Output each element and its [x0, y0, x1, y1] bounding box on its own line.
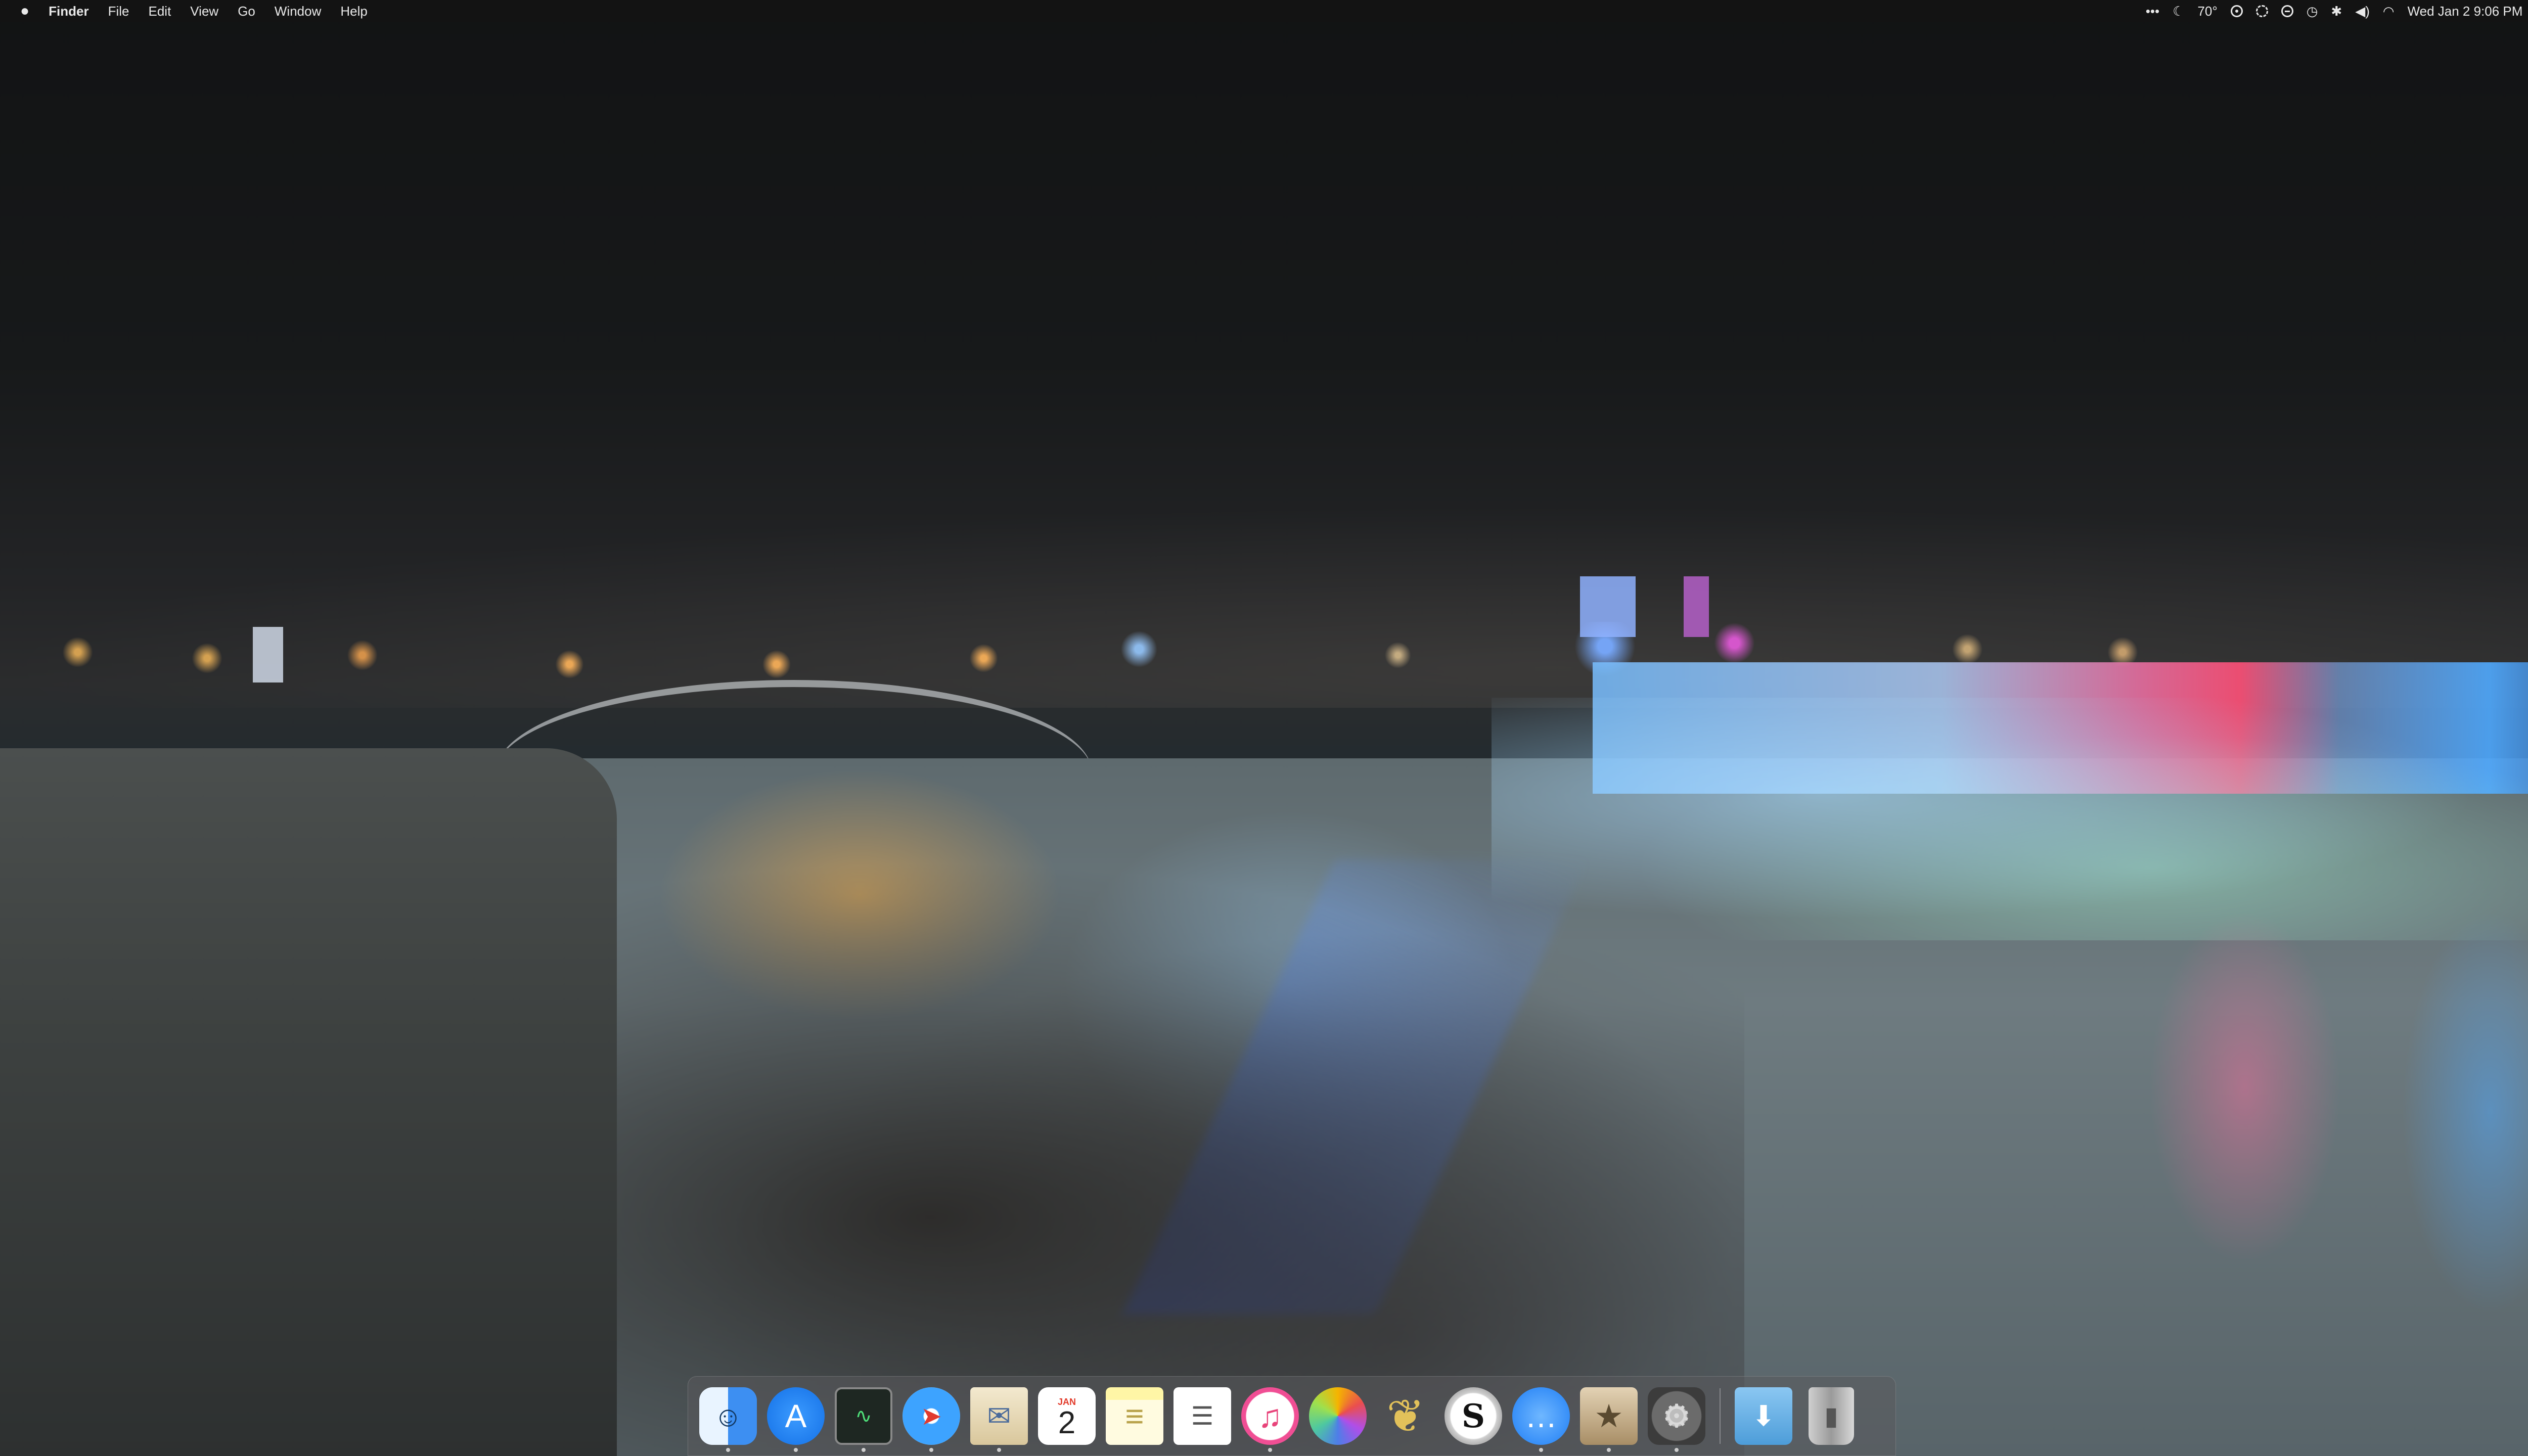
bluetooth-icon[interactable]: ✱: [2331, 4, 2342, 19]
calendar-icon: JAN 2: [1038, 1387, 1096, 1445]
photos-icon: [1309, 1387, 1367, 1445]
menu-bar-left: ● Finder File Edit View Go Window Help: [0, 0, 387, 22]
scrivener-icon: S: [1444, 1387, 1502, 1445]
calendar-day: 2: [1058, 1405, 1076, 1440]
wallpaper-tower: [253, 627, 283, 682]
wallpaper-reflection: [2402, 910, 2528, 1314]
wallpaper-brush: [581, 859, 1744, 1456]
dock-app-system-preferences[interactable]: ⚙: [1645, 1378, 1708, 1454]
itunes-icon: ♫: [1241, 1387, 1299, 1445]
menu-bar-status: ••• ☾ 70° ◷ ✱ ◀) ◠ Wed Jan 2 9:06 PM ⌕: [2133, 0, 2528, 22]
circle-status-icon[interactable]: [2255, 5, 2268, 17]
running-indicator: [997, 1448, 1001, 1452]
wallpaper-rock: [0, 748, 617, 1456]
wallpaper-tower: [1580, 576, 1636, 637]
moon-weather-icon[interactable]: ☾: [2173, 4, 2184, 19]
dock-app-messages[interactable]: …: [1510, 1378, 1572, 1454]
menu-help[interactable]: Help: [340, 4, 367, 19]
messages-icon: …: [1512, 1387, 1570, 1445]
time-machine-icon[interactable]: ◷: [2307, 4, 2318, 19]
system-preferences-icon: ⚙: [1648, 1387, 1705, 1445]
menu-app-name[interactable]: Finder: [49, 4, 88, 19]
running-indicator: [1268, 1448, 1272, 1452]
dock-stack-trash[interactable]: ▮: [1800, 1378, 1863, 1454]
menu-edit[interactable]: Edit: [148, 4, 171, 19]
running-indicator: [794, 1448, 798, 1452]
app-store-icon: A: [767, 1387, 825, 1445]
menu-window[interactable]: Window: [275, 4, 321, 19]
menu-view[interactable]: View: [190, 4, 218, 19]
trash-icon: ▮: [1809, 1387, 1854, 1445]
activity-monitor-icon: ∿: [835, 1387, 892, 1445]
menu-go[interactable]: Go: [238, 4, 255, 19]
dock-app-reminders[interactable]: ☰: [1171, 1378, 1234, 1454]
dock-stack-downloads[interactable]: ⬇: [1732, 1378, 1795, 1454]
running-indicator: [1675, 1448, 1679, 1452]
volume-icon[interactable]: ◀): [2355, 4, 2370, 19]
dock: ☺ A ∿ ➤ ✉ JAN 2 ≡ ☰ ♫ ❦ S … ★ ⚙ ⬇ ▮: [688, 1376, 1896, 1456]
running-indicator: [1539, 1448, 1543, 1452]
dock-app-notes[interactable]: ≡: [1103, 1378, 1166, 1454]
menu-bar: ● Finder File Edit View Go Window Help •…: [0, 0, 2528, 22]
mail-icon: ✉: [970, 1387, 1028, 1445]
do-not-disturb-icon[interactable]: [2281, 5, 2293, 17]
dock-app-calendar[interactable]: JAN 2: [1035, 1378, 1098, 1454]
wallpaper-reflection: [2149, 910, 2341, 1264]
desktop-wallpaper: [0, 0, 2528, 1456]
dock-app-activity-monitor[interactable]: ∿: [832, 1378, 895, 1454]
wifi-icon[interactable]: ◠: [2383, 4, 2395, 19]
clock-datetime[interactable]: Wed Jan 2 9:06 PM: [2408, 4, 2523, 19]
notes-icon: ≡: [1106, 1387, 1163, 1445]
target-icon[interactable]: [2230, 5, 2243, 17]
dock-app-itunes[interactable]: ♫: [1239, 1378, 1301, 1454]
reminders-icon: ☰: [1173, 1387, 1231, 1445]
dock-app-finder[interactable]: ☺: [697, 1378, 759, 1454]
dock-app-photos[interactable]: [1306, 1378, 1369, 1454]
butterfly-icon: ❦: [1386, 1391, 1425, 1442]
running-indicator: [1607, 1448, 1611, 1452]
running-indicator: [862, 1448, 866, 1452]
dock-app-archive[interactable]: ★: [1577, 1378, 1640, 1454]
temperature-label[interactable]: 70°: [2197, 4, 2217, 19]
safari-icon: ➤: [902, 1387, 960, 1445]
running-indicator: [726, 1448, 730, 1452]
dock-app-butterfly[interactable]: ❦: [1374, 1378, 1437, 1454]
dock-separator: [1720, 1388, 1721, 1444]
dock-app-safari[interactable]: ➤: [900, 1378, 963, 1454]
dock-app-scrivener[interactable]: S: [1442, 1378, 1505, 1454]
dock-app-app-store[interactable]: A: [764, 1378, 827, 1454]
apple-logo-icon[interactable]: ●: [20, 3, 29, 20]
overflow-menu-icon[interactable]: •••: [2146, 4, 2159, 19]
menu-file[interactable]: File: [108, 4, 129, 19]
dock-app-mail[interactable]: ✉: [968, 1378, 1030, 1454]
running-indicator: [929, 1448, 933, 1452]
wallpaper-tower: [1684, 576, 1709, 637]
downloads-folder-icon: ⬇: [1735, 1387, 1792, 1445]
archive-icon: ★: [1580, 1387, 1638, 1445]
finder-icon: ☺: [699, 1387, 757, 1445]
